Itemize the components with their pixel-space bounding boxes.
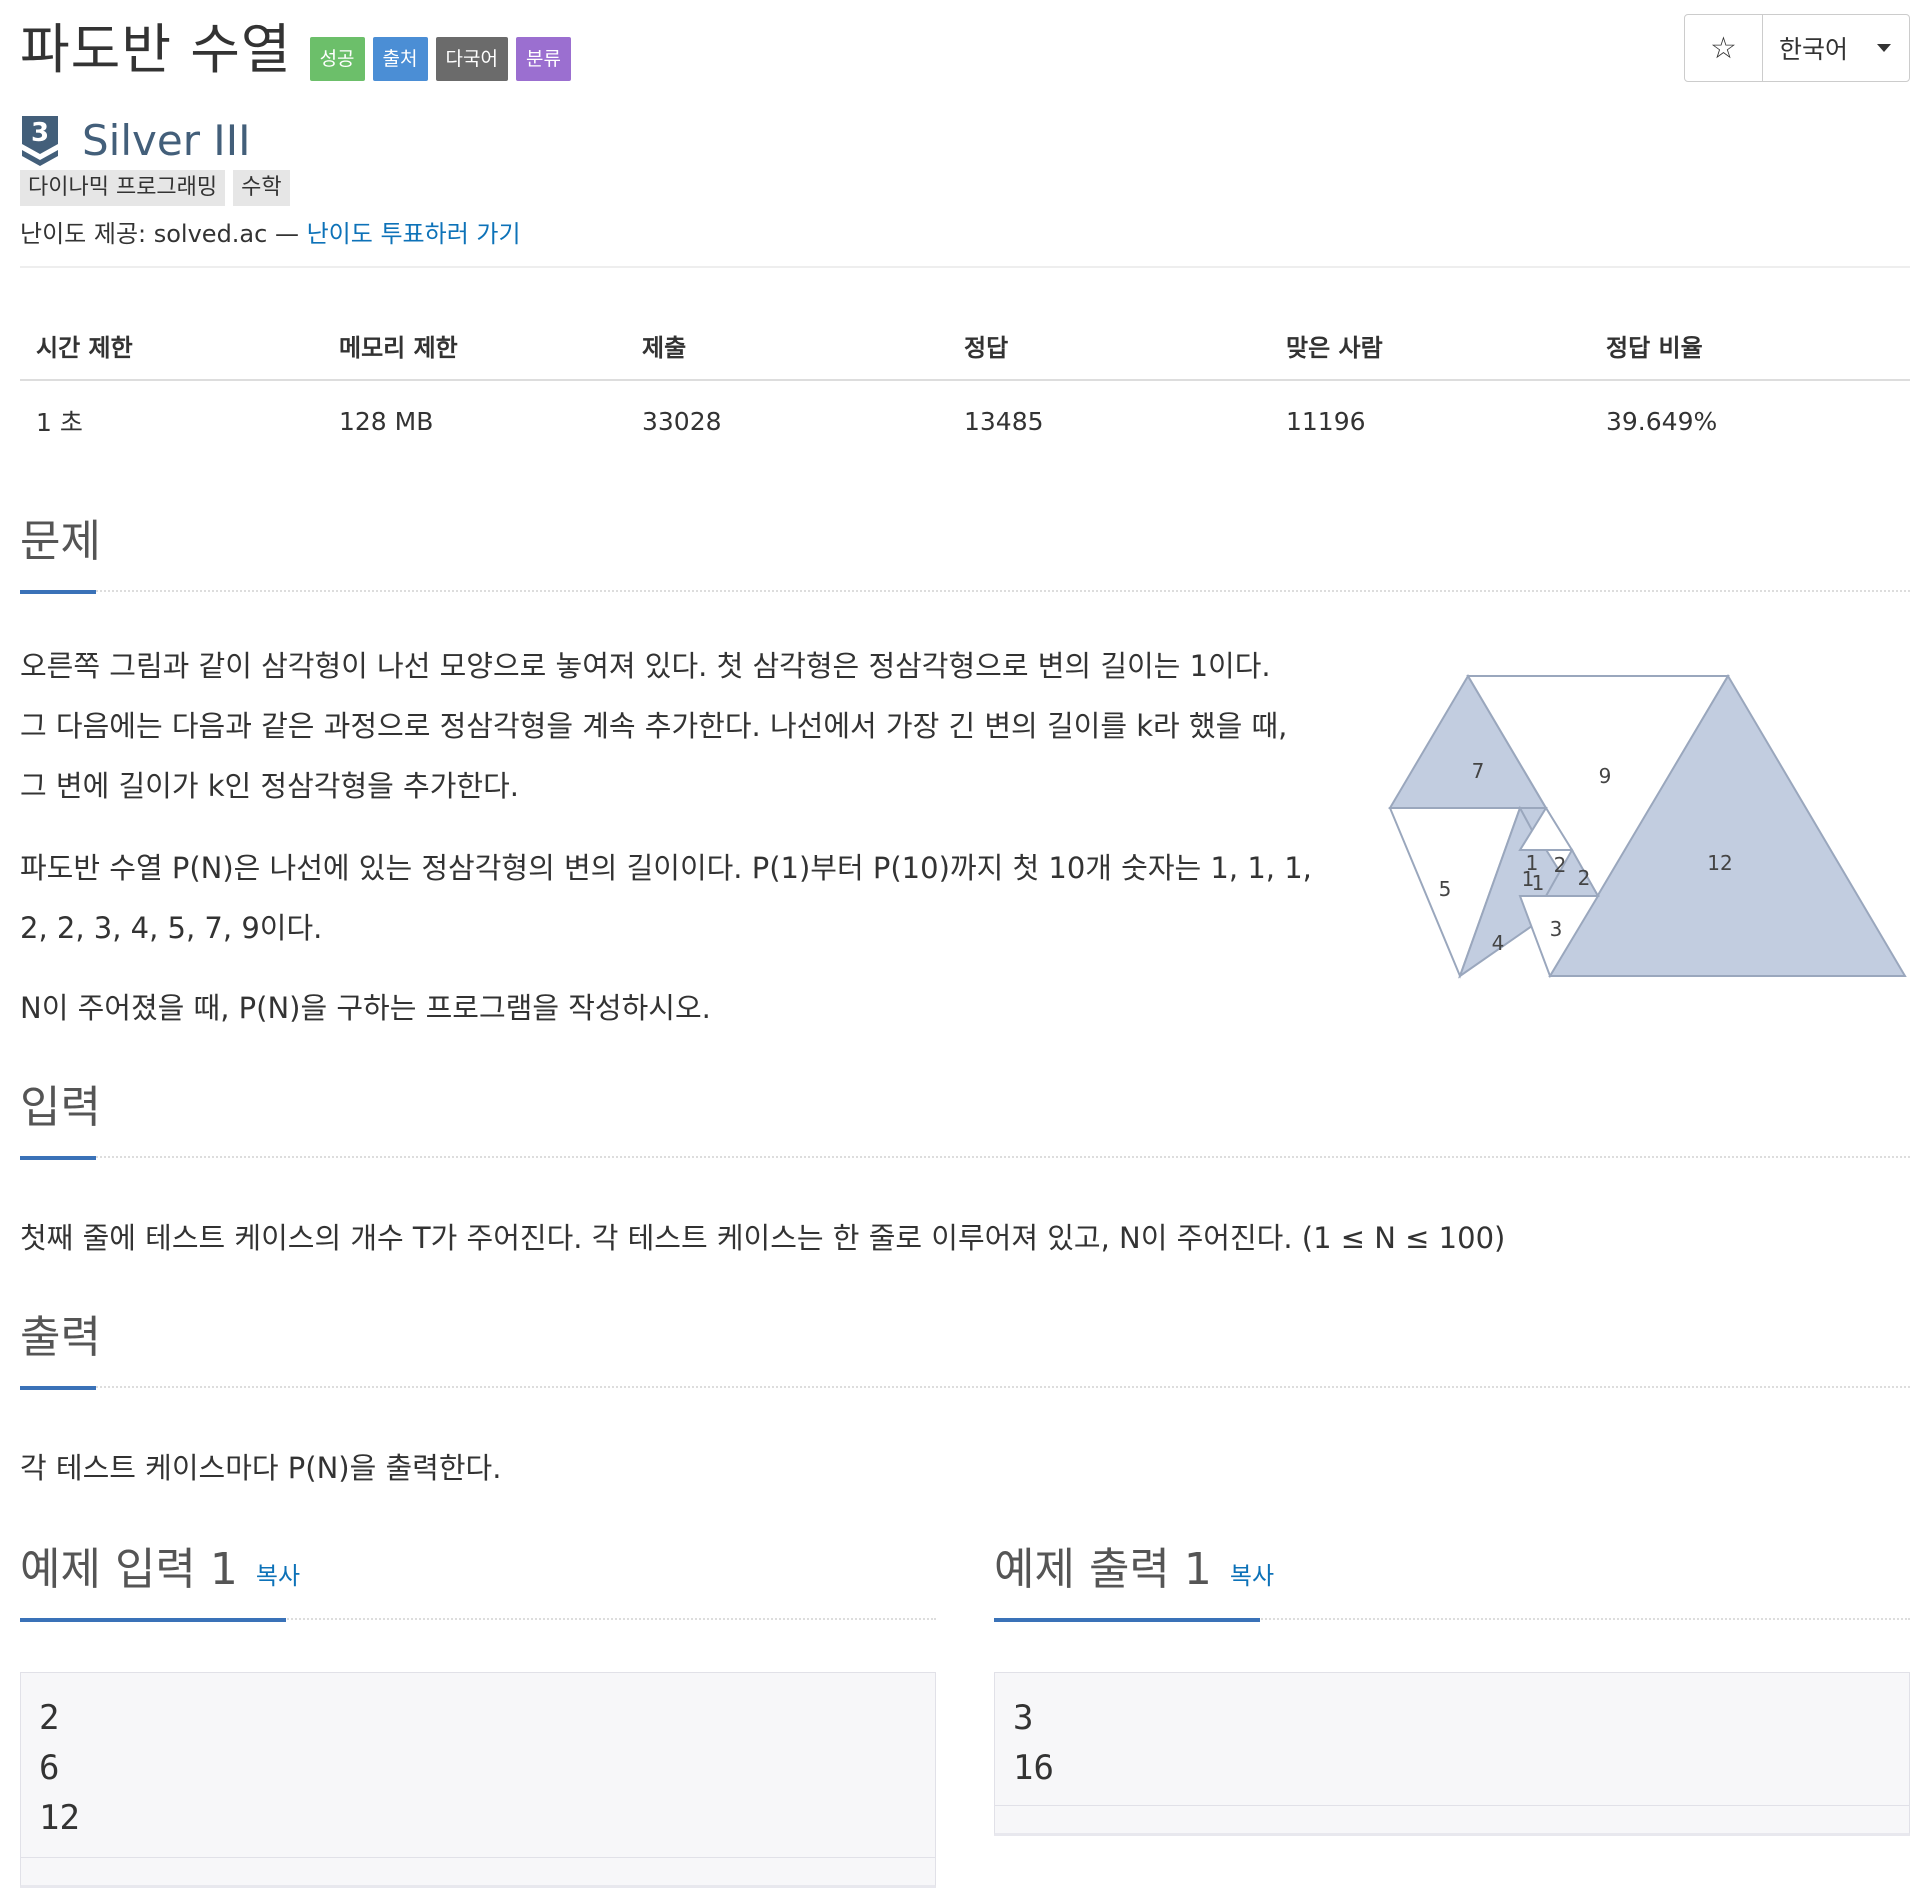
section-title: 출력 (20, 1312, 101, 1363)
stats-header: 정답 비율 (1590, 316, 1910, 381)
figure-label: 4 (1492, 931, 1505, 955)
solvers-value: 11196 (1286, 406, 1366, 436)
copy-output-button[interactable]: 복사 (1230, 1562, 1274, 1590)
figure-label: 2 (1578, 866, 1591, 890)
problem-line: 그 변에 길이가 k인 정삼각형을 추가한다. (20, 769, 519, 803)
problem-description: 오른쪽 그림과 같이 삼각형이 나선 모양으로 놓여져 있다. 첫 삼각형은 정… (20, 636, 1360, 816)
accept-rate-value: 39.649% (1606, 406, 1718, 436)
problem-description-3: N이 주어졌을 때, P(N)을 구하는 프로그램을 작성하시오. (20, 978, 1360, 1038)
sample-input-heading: 예제 입력 1 복사 (20, 1540, 936, 1622)
page-title: 파도반 수열 (20, 18, 292, 81)
sample-output-title-wrap: 예제 출력 1 복사 (994, 1540, 1274, 1606)
language-control: ☆ 한국어 (1684, 14, 1910, 82)
time-limit-value: 1 초 (36, 408, 83, 437)
sample-input-box[interactable]: 2 6 12 (20, 1672, 936, 1888)
language-dropdown[interactable]: 한국어 (1763, 15, 1909, 81)
sample-output-content: 3 16 (1013, 1698, 1054, 1788)
stats-header: 시간 제한 (20, 316, 323, 381)
stats-header: 맞은 사람 (1270, 316, 1590, 381)
badge-category[interactable]: 분류 (515, 37, 571, 81)
input-text: 첫째 줄에 테스트 케이스의 개수 T가 주어진다. 각 테스트 케이스는 한 … (20, 1221, 1506, 1255)
figure-label: 2 (1554, 853, 1567, 877)
sample-output-heading: 예제 출력 1 복사 (994, 1540, 1910, 1622)
stats-header-row: 시간 제한 메모리 제한 제출 정답 맞은 사람 정답 비율 (20, 316, 1910, 381)
figure-label: 7 (1472, 759, 1485, 783)
sample-input-footer (21, 1857, 935, 1885)
badge-success[interactable]: 성공 (309, 37, 365, 81)
copy-input-button[interactable]: 복사 (256, 1562, 300, 1590)
divider (20, 266, 1910, 268)
credit-text: 난이도 제공: solved.ac — (20, 220, 307, 248)
tag-dp[interactable]: 다이나믹 프로그래밍 (20, 170, 226, 206)
problem-line: 오른쪽 그림과 같이 삼각형이 나선 모양으로 놓여져 있다. 첫 삼각형은 정… (20, 649, 1271, 683)
difficulty-credit: 난이도 제공: solved.ac — 난이도 투표하러 가기 (20, 214, 521, 249)
section-title: 입력 (20, 1082, 101, 1133)
stats-header: 메모리 제한 (323, 316, 626, 381)
problem-line: 그 다음에는 다음과 같은 과정으로 정삼각형을 계속 추가한다. 나선에서 가… (20, 709, 1288, 743)
stats-header: 제출 (626, 316, 948, 381)
input-section-heading: 입력 (20, 1078, 1910, 1160)
badge-group: 성공 출처 다국어 분류 (309, 37, 571, 81)
accepted-value: 13485 (964, 406, 1044, 436)
star-icon: ☆ (1710, 30, 1737, 66)
stats-header: 정답 (948, 316, 1270, 381)
output-section-heading: 출력 (20, 1308, 1910, 1390)
section-title: 예제 입력 1 (20, 1544, 238, 1595)
tag-math[interactable]: 수학 (233, 170, 290, 206)
output-description: 각 테스트 케이스마다 P(N)을 출력한다. (20, 1438, 1910, 1498)
sample-output-footer (995, 1805, 1909, 1833)
sample-output-box[interactable]: 3 16 (994, 1672, 1910, 1836)
tier-name[interactable]: Silver III (82, 116, 250, 165)
submissions-value: 33028 (642, 406, 722, 436)
figure-label: 5 (1439, 877, 1452, 901)
padovan-spiral-figure: 7 9 12 5 1 2 1 1 2 4 3 (1388, 674, 1907, 979)
figure-label: 1 (1532, 871, 1545, 895)
figure-label: 9 (1599, 764, 1612, 788)
problem-line: 2, 2, 3, 4, 5, 7, 9이다. (20, 911, 323, 945)
figure-label: 3 (1550, 917, 1563, 941)
output-text: 각 테스트 케이스마다 P(N)을 출력한다. (20, 1451, 502, 1485)
sample-input-title-wrap: 예제 입력 1 복사 (20, 1540, 300, 1606)
problem-line: N이 주어졌을 때, P(N)을 구하는 프로그램을 작성하시오. (20, 991, 711, 1025)
section-title: 예제 출력 1 (994, 1544, 1212, 1595)
problem-header: 파도반 수열 성공 출처 다국어 분류 (20, 14, 571, 86)
problem-description-2: 파도반 수열 P(N)은 나선에 있는 정삼각형의 변의 길이이다. P(1)부… (20, 838, 1360, 958)
tier-number: 3 (31, 118, 49, 148)
stats-value-row: 1 초 128 MB 33028 13485 11196 39.649% (20, 380, 1910, 461)
sample-input-content: 2 6 12 (39, 1698, 80, 1838)
badge-multilang[interactable]: 다국어 (435, 37, 508, 81)
problem-section-heading: 문제 (20, 512, 1910, 594)
silver-tier-icon[interactable]: 3 (20, 114, 60, 166)
stats-table: 시간 제한 메모리 제한 제출 정답 맞은 사람 정답 비율 1 초 128 M… (20, 316, 1910, 461)
star-button[interactable]: ☆ (1685, 15, 1763, 81)
input-description: 첫째 줄에 테스트 케이스의 개수 T가 주어진다. 각 테스트 케이스는 한 … (20, 1208, 1910, 1268)
figure-label: 12 (1707, 851, 1732, 875)
caret-down-icon (1877, 44, 1891, 52)
language-label: 한국어 (1779, 35, 1849, 64)
section-title: 문제 (20, 516, 101, 567)
badge-source[interactable]: 출처 (372, 37, 428, 81)
tier-row: 3 Silver III (20, 112, 250, 168)
memory-limit-value: 128 MB (339, 406, 434, 436)
problem-line: 파도반 수열 P(N)은 나선에 있는 정삼각형의 변의 길이이다. P(1)부… (20, 851, 1312, 885)
tag-list: 다이나믹 프로그래밍 수학 (20, 170, 290, 206)
vote-difficulty-link[interactable]: 난이도 투표하러 가기 (307, 220, 521, 248)
